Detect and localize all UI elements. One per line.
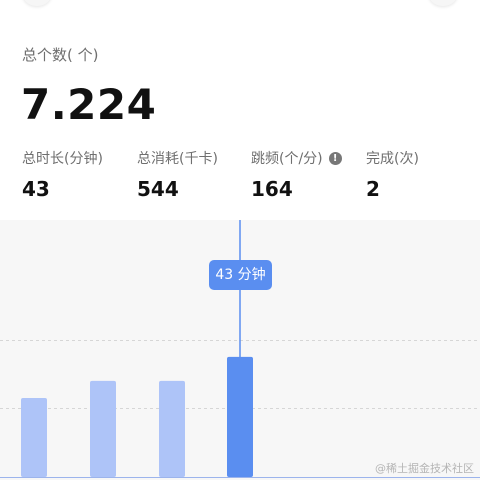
stat-duration-value: 43 (22, 177, 50, 201)
stat-calories: 总消耗(千卡) 544 (137, 148, 218, 201)
stat-jump-rate-value: 164 (251, 177, 293, 201)
chart-tooltip: 43 分钟 (209, 260, 272, 290)
total-count-value: 7.224 (21, 80, 157, 129)
chart-bar-selected[interactable] (227, 356, 253, 477)
back-button[interactable] (22, 0, 52, 6)
stat-duration-label: 总时长(分钟) (22, 151, 103, 167)
stat-calories-label: 总消耗(千卡) (137, 151, 218, 167)
stat-duration: 总时长(分钟) 43 (22, 148, 103, 201)
stat-jump-rate-label: 跳频(个/分) (251, 151, 323, 167)
stat-completed-label: 完成(次) (366, 151, 419, 167)
chart-bar[interactable] (159, 380, 185, 477)
info-icon[interactable]: ! (328, 151, 342, 165)
chart-bar[interactable] (21, 398, 47, 477)
stat-completed-value: 2 (366, 177, 380, 201)
bar-chart-canvas (0, 220, 480, 478)
bar-chart[interactable] (0, 220, 480, 480)
total-count-label: 总个数( 个) (22, 46, 99, 64)
watermark: @稀土掘金技术社区 (375, 462, 474, 475)
stat-completed: 完成(次) 2 (366, 148, 419, 201)
stat-calories-value: 544 (137, 177, 179, 201)
share-button[interactable] (428, 0, 458, 6)
chart-bar[interactable] (90, 380, 116, 477)
stat-jump-rate: 跳频(个/分) ! 164 (251, 148, 342, 201)
